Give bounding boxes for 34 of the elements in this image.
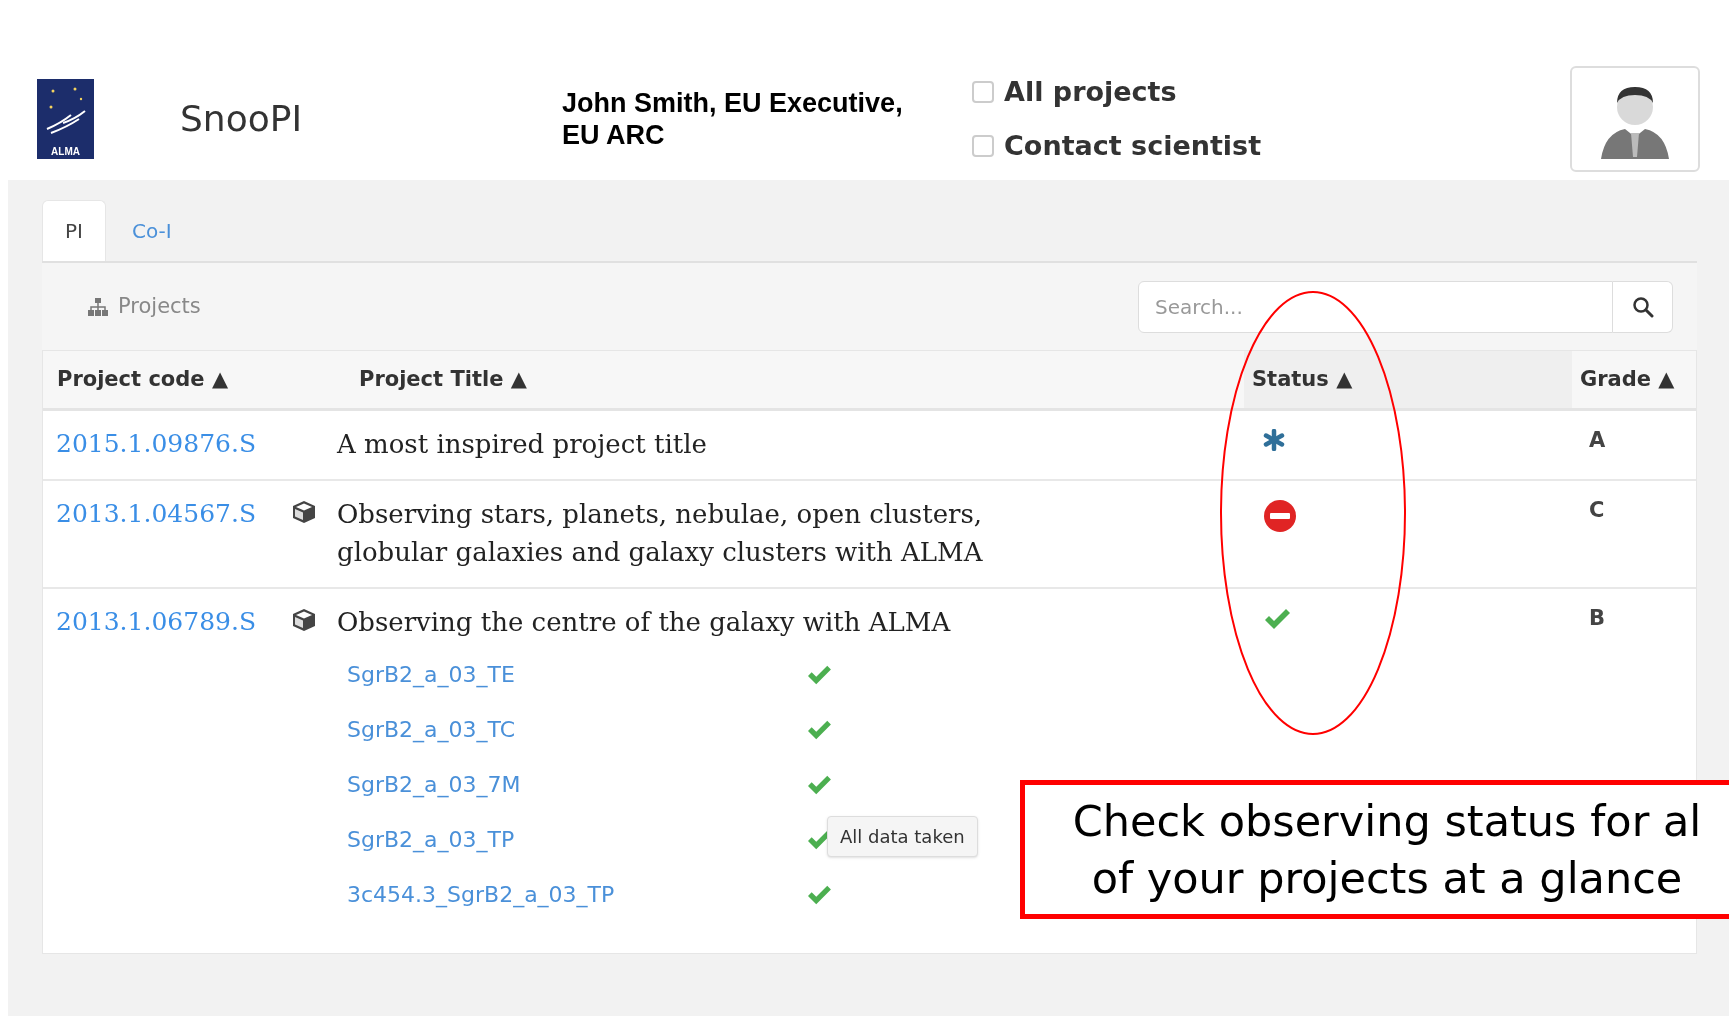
sub-item-link[interactable]: 3c454.3_SgrB2_a_03_TP	[337, 878, 806, 911]
sub-item-link[interactable]: SgrB2_a_03_TE	[337, 658, 806, 691]
column-header[interactable]: Project Title ▲	[339, 351, 1244, 408]
search-button[interactable]	[1613, 280, 1673, 333]
search-icon	[1631, 295, 1654, 318]
sub-item-link[interactable]: SgrB2_a_03_TC	[337, 713, 806, 746]
grade: B	[1588, 605, 1606, 632]
project-title: Observing stars, planets, nebulae, open clusters, globular galaxies and galaxy clusters with ALMA	[337, 498, 984, 569]
grade: C	[1588, 497, 1606, 524]
tooltip: All data taken	[827, 816, 978, 857]
column-header[interactable]: Project code ▲	[43, 351, 339, 408]
hierarchy-icon	[88, 297, 108, 316]
logo: ALMA	[37, 79, 94, 159]
callout-text: of your projects at a glance	[1090, 851, 1683, 905]
avatar-frame[interactable]	[1570, 66, 1700, 172]
sub-item-link[interactable]: SgrB2_a_03_TP	[337, 823, 806, 856]
project-title: Observing the centre of the galaxy with ALMA	[337, 606, 952, 639]
column-header[interactable]: Grade ▲	[1572, 351, 1696, 408]
project-code-link[interactable]: 2013.1.06789.S	[43, 603, 291, 641]
section-title: Projects	[118, 292, 201, 320]
filter-checkbox[interactable]: Contact scientist	[972, 126, 1262, 167]
user-name: John Smith, EU Executive, EU ARC	[562, 87, 904, 151]
search-field[interactable]: Search...	[1138, 280, 1613, 333]
project-code-link[interactable]: 2013.1.04567.S	[43, 495, 291, 533]
tab[interactable]: PI	[42, 200, 106, 261]
app-name: SnooPI	[180, 97, 303, 141]
project-code-link[interactable]: 2015.1.09876.S	[43, 425, 291, 463]
callout-text: Check observing status for al	[1071, 794, 1702, 848]
sub-item-link[interactable]: SgrB2_a_03_7M	[337, 768, 806, 801]
project-title: A most inspired project title	[337, 428, 708, 461]
column-header[interactable]: Status ▲	[1244, 351, 1572, 408]
filter-checkbox[interactable]: All projects	[972, 71, 1262, 112]
tab[interactable]: Co-I	[109, 200, 194, 261]
grade: A	[1588, 427, 1607, 454]
